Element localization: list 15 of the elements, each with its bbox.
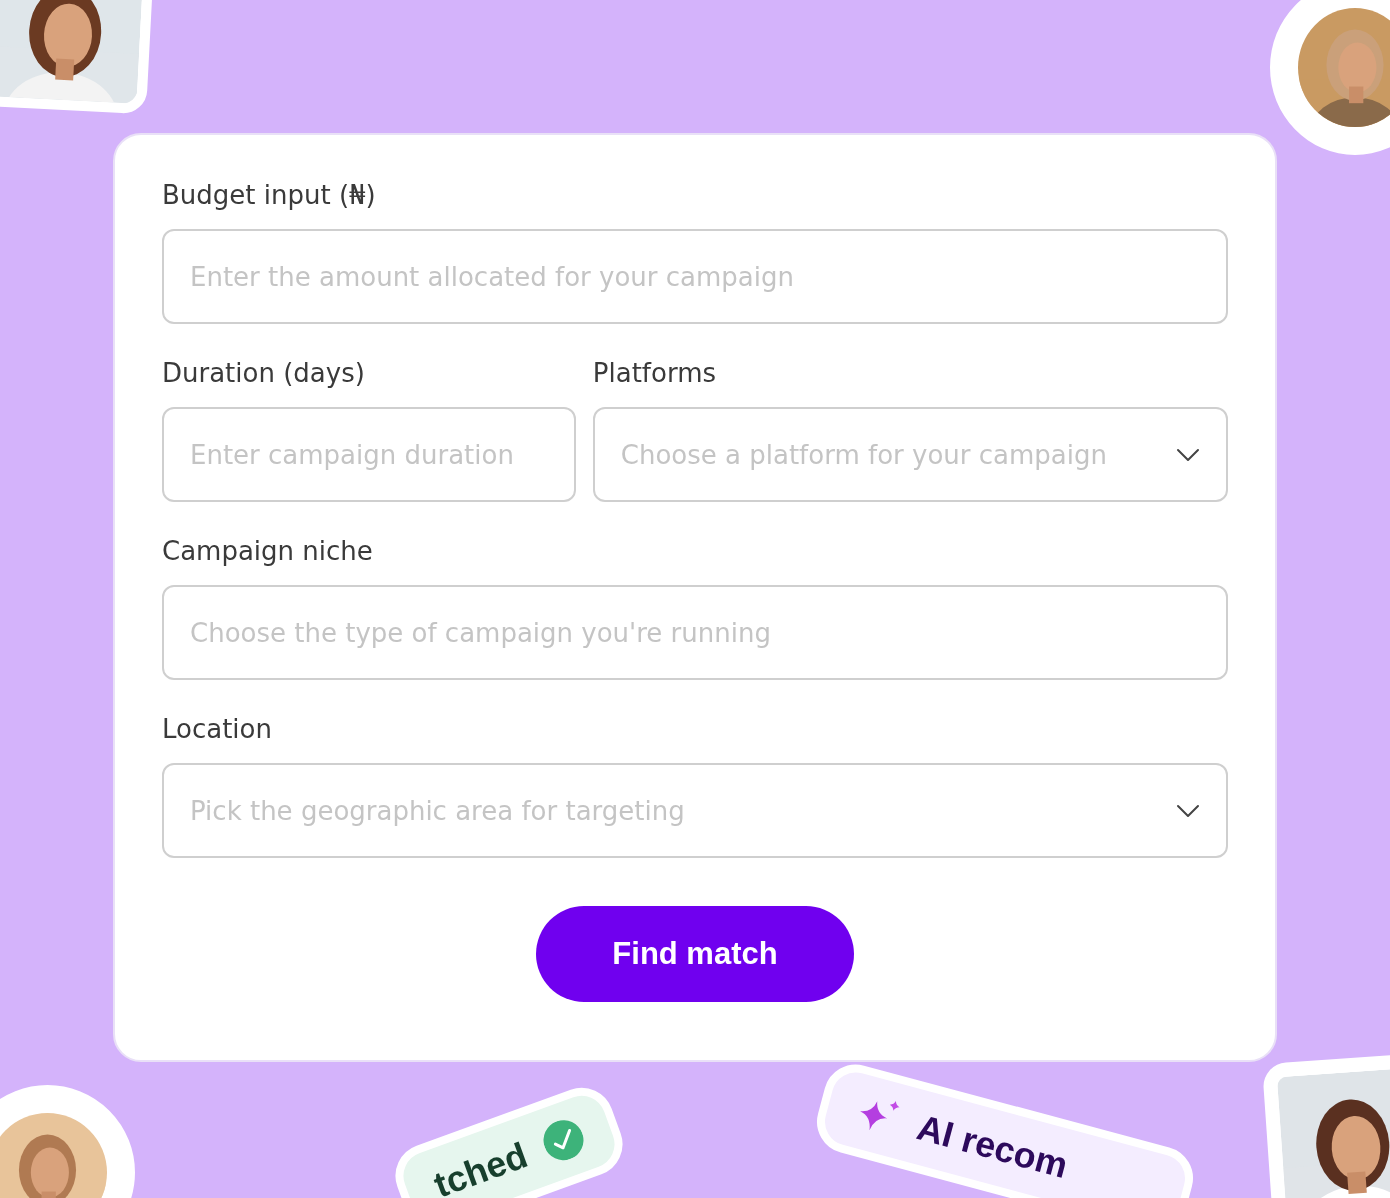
input-field[interactable]: Enter campaign duration [162,407,576,502]
input-field[interactable]: Choose the type of campaign you're running [162,585,1228,680]
chevron-down-icon [1176,803,1200,818]
chevron-down-icon [1176,447,1200,462]
dropdown-field[interactable]: Pick the geographic area for targeting [162,763,1228,858]
field-label: Duration (days) [162,357,366,389]
field-label: Location [162,713,273,745]
dropdown-field[interactable]: Choose a platform for your campaign [592,407,1228,502]
input-field[interactable]: Enter the amount allocated for your campaign [162,229,1228,324]
field-label: Budget input (₦) [162,179,377,211]
badge-text: AI recom [912,1106,1073,1187]
field-label: Platforms [592,357,717,389]
field-label: Campaign niche [162,535,374,567]
find-match-button[interactable]: Find match [536,906,854,1002]
badge-text: tched [428,1134,534,1198]
